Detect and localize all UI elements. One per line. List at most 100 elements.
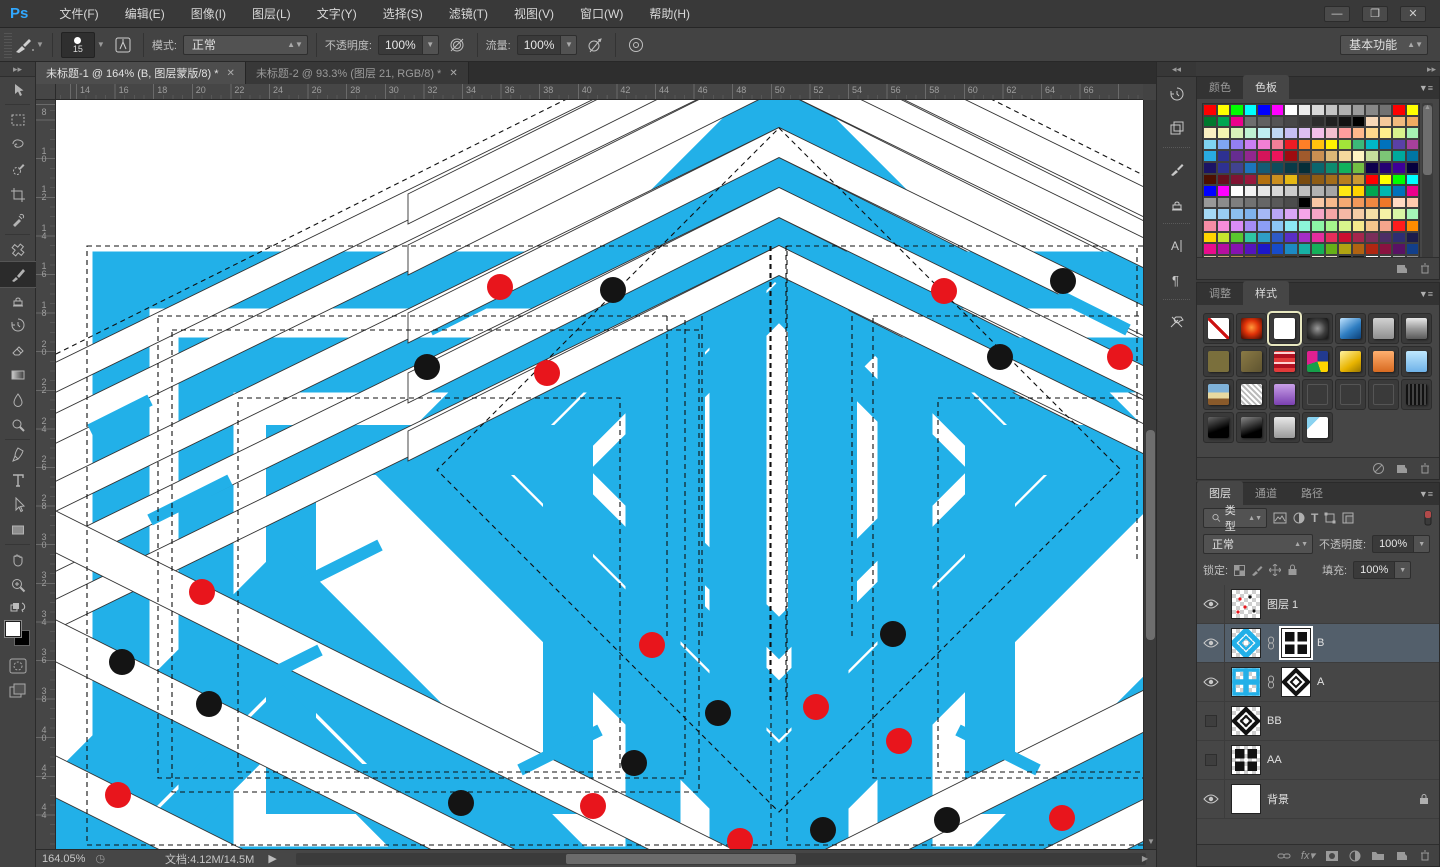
color-swatch[interactable] (1284, 116, 1298, 128)
layer-filter-type-select[interactable]: 类型 ▲▼ (1203, 508, 1267, 528)
color-swatch[interactable] (1217, 185, 1231, 197)
style-swatch[interactable] (1203, 313, 1234, 344)
paragraph-icon[interactable]: ¶ (1157, 263, 1197, 297)
color-swatch[interactable] (1338, 208, 1352, 220)
color-swatch[interactable] (1217, 104, 1231, 116)
layer-visibility-toggle[interactable] (1197, 741, 1225, 780)
horizontal-scrollbar-thumb[interactable] (566, 854, 796, 864)
color-swatch[interactable] (1284, 127, 1298, 139)
color-swatch[interactable] (1406, 150, 1420, 162)
color-swatch[interactable] (1284, 197, 1298, 209)
document-tab[interactable]: 未标题-1 @ 164% (B, 图层蒙版/8) *✕ (36, 62, 246, 84)
opacity-field[interactable]: 100% ▼ (378, 35, 439, 55)
menu-编辑(E)[interactable]: 编辑(E) (112, 0, 178, 28)
style-swatch[interactable] (1335, 346, 1366, 377)
layer-thumbnail[interactable] (1231, 745, 1261, 775)
color-swatch[interactable] (1338, 185, 1352, 197)
layer-thumbnail[interactable] (1231, 706, 1261, 736)
swatch-scrollbar[interactable]: ▲▼ (1422, 103, 1433, 266)
styles-tab-样式[interactable]: 样式 (1243, 281, 1289, 305)
color-swatch[interactable] (1217, 197, 1231, 209)
color-swatch[interactable] (1257, 162, 1271, 174)
color-swatch[interactable] (1311, 116, 1325, 128)
color-swatch[interactable] (1338, 127, 1352, 139)
color-swatch[interactable] (1203, 220, 1217, 232)
color-swatch[interactable] (1230, 185, 1244, 197)
color-swatch[interactable] (1217, 243, 1231, 255)
color-swatch[interactable] (1379, 174, 1393, 186)
menu-图层(L)[interactable]: 图层(L) (239, 0, 304, 28)
color-swatch[interactable] (1352, 116, 1366, 128)
document-tab[interactable]: 未标题-2 @ 93.3% (图层 21, RGB/8) *✕ (246, 62, 469, 84)
color-swatch[interactable] (1365, 116, 1379, 128)
dock-expand-icon[interactable]: ◂◂ (1157, 62, 1196, 77)
color-swatch[interactable] (1338, 139, 1352, 151)
menu-选择(S)[interactable]: 选择(S) (370, 0, 436, 28)
clone-stamp-tool[interactable] (0, 287, 36, 312)
lock-position-icon[interactable] (1269, 564, 1281, 576)
menu-文字(Y)[interactable]: 文字(Y) (304, 0, 370, 28)
color-swatch[interactable] (1406, 139, 1420, 151)
style-swatch[interactable] (1269, 346, 1300, 377)
color-swatch[interactable] (1352, 185, 1366, 197)
color-swatch[interactable] (1271, 150, 1285, 162)
color-swatch[interactable] (1338, 232, 1352, 244)
ruler-corner[interactable] (36, 84, 56, 100)
color-swatch[interactable] (1406, 185, 1420, 197)
toolbar-collapse-icon[interactable]: ▸▸ (0, 62, 35, 77)
color-swatch[interactable] (1271, 208, 1285, 220)
color-swatch[interactable] (1379, 232, 1393, 244)
new-swatch-icon[interactable] (1395, 263, 1409, 275)
color-swatch[interactable] (1406, 197, 1420, 209)
color-swatch[interactable] (1379, 127, 1393, 139)
color-swatch[interactable] (1392, 139, 1406, 151)
layer-visibility-toggle[interactable] (1197, 663, 1225, 702)
color-swatch[interactable] (1217, 150, 1231, 162)
layer-thumbnail[interactable] (1231, 667, 1261, 697)
color-swatch[interactable] (1203, 162, 1217, 174)
tab-close-icon[interactable]: ✕ (449, 68, 457, 79)
color-swatch[interactable] (1311, 243, 1325, 255)
style-swatch[interactable] (1269, 379, 1300, 410)
add-layer-mask-icon[interactable] (1325, 850, 1339, 862)
color-swatch[interactable] (1406, 243, 1420, 255)
style-swatch[interactable] (1302, 346, 1333, 377)
color-swatch[interactable] (1284, 243, 1298, 255)
color-swatch[interactable] (1379, 197, 1393, 209)
color-swatch[interactable] (1325, 116, 1339, 128)
color-swatch[interactable] (1406, 220, 1420, 232)
color-swatch[interactable] (1325, 162, 1339, 174)
color-swatch[interactable] (1352, 139, 1366, 151)
color-swatch[interactable] (1271, 197, 1285, 209)
color-swatch[interactable] (1365, 162, 1379, 174)
layer-comps-icon[interactable] (1157, 111, 1197, 145)
color-swatch[interactable] (1244, 185, 1258, 197)
marquee-tool[interactable] (0, 107, 36, 132)
color-swatch[interactable] (1338, 174, 1352, 186)
foreground-color-swatch[interactable] (5, 621, 21, 637)
blend-mode-select[interactable]: 正常 ▲▼ (183, 35, 308, 55)
color-swatch[interactable] (1244, 208, 1258, 220)
color-swatch[interactable] (1203, 232, 1217, 244)
color-swatch[interactable] (1338, 197, 1352, 209)
layer-thumbnail[interactable] (1231, 784, 1261, 814)
color-swatch[interactable] (1392, 197, 1406, 209)
color-swatch[interactable] (1379, 208, 1393, 220)
color-swatch[interactable] (1284, 232, 1298, 244)
color-swatch[interactable] (1230, 104, 1244, 116)
color-swatch[interactable] (1244, 139, 1258, 151)
color-swatch[interactable] (1352, 104, 1366, 116)
color-swatch[interactable] (1325, 150, 1339, 162)
color-swatch[interactable] (1271, 220, 1285, 232)
color-swatch[interactable] (1271, 139, 1285, 151)
color-swatch[interactable] (1325, 232, 1339, 244)
layer-row-AA[interactable]: AA (1197, 741, 1439, 780)
style-swatch[interactable] (1203, 412, 1234, 443)
shape-tool[interactable] (0, 517, 36, 542)
color-swatch[interactable] (1203, 104, 1217, 116)
color-swatch[interactable] (1325, 197, 1339, 209)
new-group-icon[interactable] (1371, 850, 1385, 861)
color-swatch[interactable] (1230, 139, 1244, 151)
pen-tool[interactable] (0, 442, 36, 467)
color-swatch[interactable] (1379, 185, 1393, 197)
